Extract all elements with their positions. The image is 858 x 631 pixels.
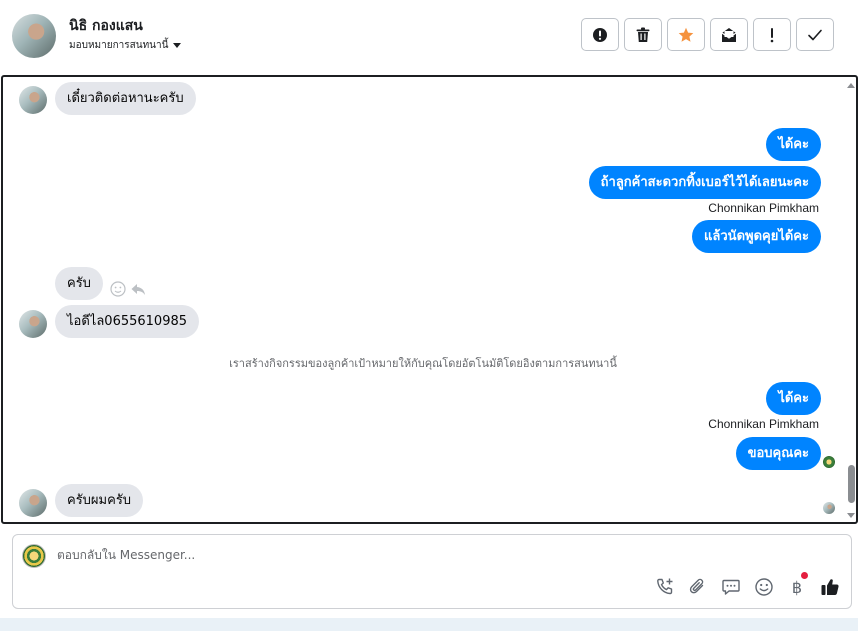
call-add-button[interactable]	[654, 576, 676, 598]
message-bubble-incoming[interactable]: ครับผมครับ	[55, 484, 144, 517]
saved-reply-icon	[722, 579, 740, 595]
star-button[interactable]	[667, 18, 705, 51]
message-bubble-incoming[interactable]: ครับ	[55, 267, 103, 300]
chevron-down-icon	[173, 43, 182, 48]
sender-name: Chonnikan Pimkham	[708, 417, 819, 431]
composer-toolbar: ฿	[654, 572, 841, 598]
message-bubble-incoming[interactable]: ไอดีไล0655610985	[55, 305, 200, 338]
mark-unread-button[interactable]	[710, 18, 748, 51]
contact-avatar-small	[19, 489, 47, 517]
follow-up-icon	[770, 27, 774, 42]
message-bubble-outgoing[interactable]: ได้คะ	[766, 382, 821, 415]
payment-baht-icon: ฿	[791, 577, 803, 597]
reply-arrow-icon[interactable]	[130, 281, 146, 297]
message-actions	[110, 281, 146, 297]
spam-icon	[593, 27, 607, 42]
done-check-icon	[808, 29, 822, 40]
like-icon	[821, 579, 839, 595]
scroll-down-icon[interactable]	[847, 513, 855, 518]
message-bubble-outgoing[interactable]: ขอบคุณคะ	[735, 437, 821, 470]
attachment-icon	[689, 578, 704, 594]
react-emoji-icon[interactable]	[110, 281, 126, 297]
contact-avatar[interactable]	[12, 14, 56, 58]
contact-name[interactable]: นิธิ กองแสน	[69, 15, 143, 37]
chat-scrollbar[interactable]	[846, 77, 856, 522]
saved-reply-button[interactable]	[720, 576, 742, 598]
emoji-icon	[755, 578, 773, 596]
emoji-button[interactable]	[753, 576, 775, 598]
message-thread[interactable]: เดี๋ยวติดต่อหานะครับ ได้คะ ถ้าลูกค้าสะดว…	[1, 75, 858, 524]
message-bubble-outgoing[interactable]: แล้วนัดพูดคุยได้คะ	[692, 220, 821, 253]
call-add-icon	[657, 578, 673, 595]
scroll-thumb[interactable]	[848, 465, 855, 503]
page-avatar	[22, 544, 46, 568]
like-button[interactable]	[819, 576, 841, 598]
assign-conversation-dropdown[interactable]: มอบหมายการสนทนานี้	[69, 38, 182, 53]
reply-input[interactable]	[57, 548, 657, 562]
seen-indicator-avatar	[823, 456, 835, 468]
message-bubble-incoming[interactable]: เดี๋ยวติดต่อหานะครับ	[55, 82, 196, 115]
contact-avatar-small	[19, 86, 47, 114]
sender-name: Chonnikan Pimkham	[708, 201, 819, 215]
seen-indicator-avatar	[823, 502, 835, 514]
trash-icon	[636, 27, 650, 42]
attach-file-button[interactable]	[687, 576, 709, 598]
system-notice: เราสร้างกิจกรรมของลูกค้าเป้าหมายให้กับคุ…	[229, 357, 617, 370]
conversation-toolbar	[581, 18, 834, 51]
mark-done-button[interactable]	[796, 18, 834, 51]
follow-up-button[interactable]	[753, 18, 791, 51]
payment-button[interactable]: ฿	[786, 572, 808, 598]
contact-avatar-small	[19, 310, 47, 338]
reply-composer: ฿	[12, 534, 852, 609]
message-bubble-outgoing[interactable]: ได้คะ	[766, 128, 821, 161]
star-icon	[678, 27, 694, 42]
assign-label: มอบหมายการสนทนานี้	[69, 40, 169, 51]
scroll-up-icon[interactable]	[847, 83, 855, 88]
mark-unread-icon	[721, 27, 737, 42]
mark-spam-button[interactable]	[581, 18, 619, 51]
conversation-header: นิธิ กองแสน มอบหมายการสนทนานี้	[0, 0, 858, 74]
notification-dot	[801, 572, 808, 579]
delete-button[interactable]	[624, 18, 662, 51]
message-bubble-outgoing[interactable]: ถ้าลูกค้าสะดวกทิ้งเบอร์ไว้ได้เลยนะคะ	[588, 166, 821, 199]
page-footer-strip	[0, 618, 858, 631]
